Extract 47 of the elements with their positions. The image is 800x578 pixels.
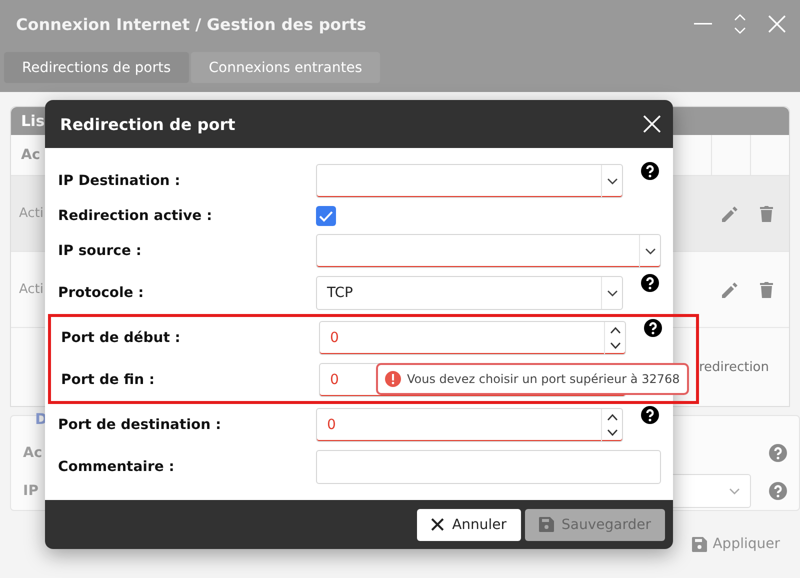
- chevrons-icon[interactable]: [734, 14, 746, 34]
- field-label: Port de début :: [61, 330, 182, 346]
- number-field[interactable]: 0: [319, 321, 626, 355]
- select-field[interactable]: [316, 164, 623, 198]
- field-label: Port de fin :: [61, 372, 156, 388]
- trash-icon[interactable]: [760, 282, 773, 298]
- table-cell: Acti: [19, 282, 44, 297]
- tab[interactable]: Connexions entrantes: [190, 52, 380, 83]
- minimize-icon[interactable]: [694, 23, 712, 25]
- spinner-arrows-icon[interactable]: [606, 413, 618, 437]
- column-header: Ac: [21, 147, 42, 163]
- error-icon: [385, 371, 401, 387]
- number-field[interactable]: 0: [316, 408, 623, 442]
- table-cell: Acti: [19, 206, 44, 221]
- chevron-down-icon: [606, 290, 618, 296]
- help-icon[interactable]: [644, 319, 662, 337]
- field-label: IP source :: [58, 243, 142, 259]
- help-icon[interactable]: [641, 162, 659, 180]
- help-icon[interactable]: [641, 406, 659, 424]
- select-field[interactable]: [316, 234, 661, 268]
- help-icon[interactable]: [641, 274, 659, 292]
- close-icon[interactable]: [643, 115, 661, 133]
- pencil-icon[interactable]: [722, 206, 738, 222]
- comment-field[interactable]: [316, 450, 661, 484]
- error-message: Vous devez choisir un port supérieur à 32768: [407, 372, 680, 386]
- chevron-down-icon: [729, 488, 740, 494]
- field-label: IP Destination :: [58, 173, 182, 189]
- cancel-button[interactable]: Annuler: [417, 508, 521, 540]
- field-label: Ac: [23, 445, 42, 461]
- field-label: Port de destination :: [58, 417, 222, 433]
- tab[interactable]: Redirections de ports: [4, 52, 189, 83]
- field-label: IP: [23, 483, 38, 499]
- select-field[interactable]: TCP: [316, 276, 623, 310]
- add-link[interactable]: redirection: [698, 360, 769, 374]
- chevron-down-icon: [606, 178, 618, 184]
- field-label: Redirection active :: [58, 208, 214, 224]
- dialog-title: Redirection de port: [60, 114, 236, 134]
- checkbox[interactable]: [316, 206, 336, 226]
- window-title: Connexion Internet / Gestion des ports: [16, 14, 366, 34]
- close-icon: [431, 518, 444, 531]
- trash-icon[interactable]: [760, 206, 773, 222]
- field-label: Protocole :: [58, 285, 145, 301]
- pencil-icon[interactable]: [722, 282, 738, 298]
- chevron-down-icon: [644, 248, 656, 254]
- spinner-arrows-icon[interactable]: [610, 326, 620, 350]
- panel-title: Lis: [21, 112, 45, 130]
- field-label: Commentaire :: [58, 459, 176, 475]
